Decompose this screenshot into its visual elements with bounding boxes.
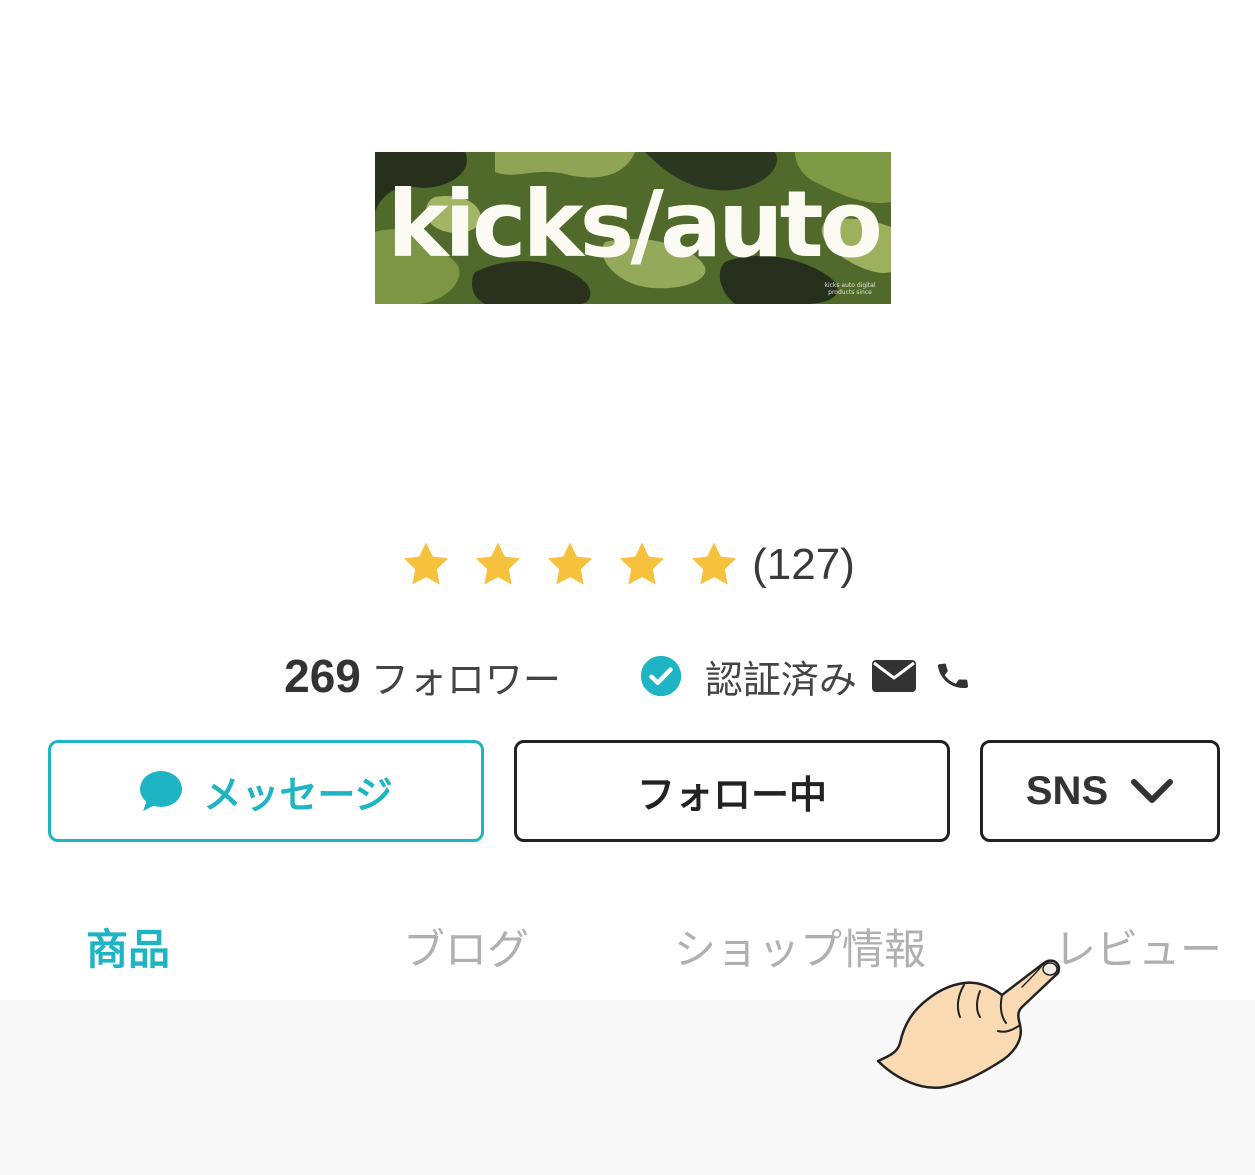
followers-count[interactable]: 269 <box>284 649 361 703</box>
star-icon <box>476 542 521 585</box>
check-circle-icon <box>640 655 682 697</box>
following-button-label: フォロー中 <box>636 772 827 817</box>
followers-label[interactable]: フォロワー <box>371 649 561 704</box>
tab-blog[interactable]: ブログ <box>403 918 529 982</box>
logo-fine-print: kicks auto digital products since <box>824 282 876 296</box>
envelope-icon <box>871 660 916 692</box>
sns-dropdown-button[interactable]: SNS <box>980 740 1220 842</box>
verified-status: 認証済み <box>639 649 971 704</box>
pointing-hand-icon <box>876 959 1061 1090</box>
star-icon <box>620 542 665 585</box>
chevron-down-icon <box>1131 779 1174 803</box>
star-icon <box>692 542 737 585</box>
chat-bubble-icon <box>140 771 183 811</box>
review-count: (127) <box>752 540 855 589</box>
following-button[interactable]: フォロー中 <box>514 740 950 842</box>
message-button-label: メッセージ <box>203 772 393 817</box>
shop-logo: kicks/auto kicks auto digital products s… <box>375 152 891 304</box>
star-icon <box>404 542 449 585</box>
rating-stars <box>400 539 740 591</box>
sns-button-label: SNS <box>1025 768 1109 813</box>
shop-rating[interactable]: (127) <box>0 532 1255 598</box>
logo-wordmark: kicks/auto <box>387 170 883 278</box>
tab-reviews[interactable]: レビュー <box>1054 918 1222 982</box>
tab-products[interactable]: 商品 <box>86 918 170 982</box>
verified-label: 認証済み <box>704 657 857 702</box>
shop-stats: 269 フォロワー 認証済み <box>0 646 1255 706</box>
message-button[interactable]: メッセージ <box>48 740 484 842</box>
star-icon <box>548 542 593 585</box>
phone-icon <box>937 663 968 688</box>
